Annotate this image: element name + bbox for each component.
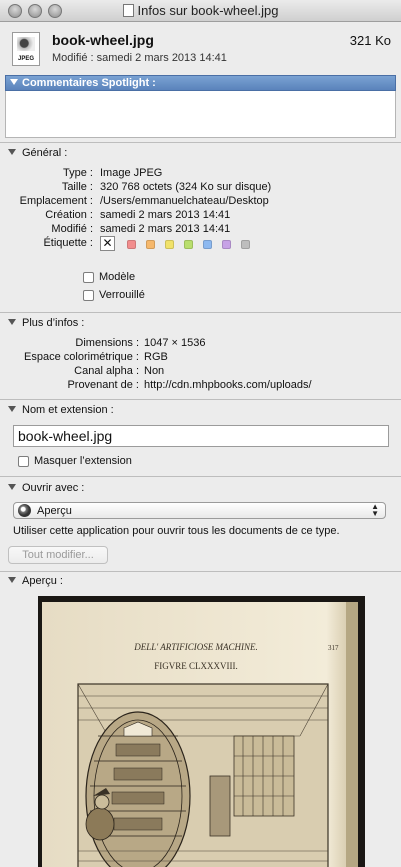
color-space-value: RGB <box>144 351 168 363</box>
label-tag-label: Étiquette : <box>43 237 93 249</box>
created-label: Création : <box>45 209 93 221</box>
figure-label-text: FIGVRE CLXXXVIII. <box>154 661 238 671</box>
spotlight-label: Commentaires Spotlight : <box>22 77 156 89</box>
preview-app-icon <box>18 504 31 517</box>
popup-arrows-icon: ▲ ▼ <box>371 502 379 518</box>
image-thumbnail-icon <box>17 37 35 51</box>
color-tag-3[interactable] <box>184 240 193 249</box>
location-label: Emplacement : <box>19 195 93 207</box>
section-name-extension-header[interactable]: Nom et extension : <box>8 404 114 416</box>
section-preview-header[interactable]: Aperçu : <box>8 575 63 587</box>
open-with-description: Utiliser cette application pour ouvrir t… <box>13 525 340 537</box>
alpha-channel-label: Canal alpha : <box>74 365 139 377</box>
size-value: 320 768 octets (324 Ko sur disque) <box>100 181 272 193</box>
file-name-input[interactable]: book-wheel.jpg <box>13 425 389 447</box>
alpha-channel-value: Non <box>144 365 165 377</box>
color-tag-6[interactable] <box>241 240 250 249</box>
change-all-button[interactable]: Tout modifier... <box>8 546 108 564</box>
disclosure-triangle-icon <box>8 319 16 325</box>
modified-label: Modifié : <box>51 223 93 235</box>
file-size: 321 Ko <box>349 33 391 48</box>
type-value: Image JPEG <box>100 167 163 179</box>
type-label: Type : <box>63 167 93 179</box>
color-tag-5[interactable] <box>222 240 231 249</box>
section-open-with-header[interactable]: Ouvrir avec : <box>8 482 84 494</box>
file-name: book-wheel.jpg <box>52 32 154 48</box>
preview-header-label: Aperçu : <box>22 575 63 587</box>
color-space-label: Espace colorimétrique : <box>24 351 139 363</box>
spotlight-comments-field[interactable] <box>5 91 396 138</box>
where-from-value: http://cdn.mhpbooks.com/uploads/ <box>144 379 312 391</box>
modified-value: samedi 2 mars 2013 14:41 <box>100 223 231 235</box>
size-label: Taille : <box>61 181 93 193</box>
divider <box>0 312 401 313</box>
no-label-tag[interactable]: ✕ <box>100 236 115 251</box>
more-info-header-label: Plus d’infos : <box>22 317 85 329</box>
locked-checkbox[interactable] <box>83 290 94 301</box>
info-header: JPEG book-wheel.jpg 321 Ko Modifié : sam… <box>0 22 401 72</box>
open-with-popup[interactable]: Aperçu ▲ ▼ <box>13 502 386 519</box>
file-modified: Modifié : samedi 2 mars 2013 14:41 <box>52 52 227 64</box>
where-from-label: Provenant de : <box>67 379 139 391</box>
window-title: Infos sur book-wheel.jpg <box>137 3 279 18</box>
section-more-info-header[interactable]: Plus d’infos : <box>8 317 84 329</box>
disclosure-triangle-icon <box>8 484 16 490</box>
jpeg-file-icon: JPEG <box>12 32 40 66</box>
dimensions-label: Dimensions : <box>75 337 139 349</box>
template-checkbox[interactable] <box>83 272 94 283</box>
spotlight-comments-header[interactable]: Commentaires Spotlight : <box>5 75 396 91</box>
locked-label: Verrouillé <box>99 289 145 301</box>
disclosure-triangle-icon <box>8 149 16 155</box>
color-tag-4[interactable] <box>203 240 212 249</box>
hide-extension-label: Masquer l’extension <box>34 455 132 467</box>
section-general-header[interactable]: Général : <box>8 147 67 159</box>
created-value: samedi 2 mars 2013 14:41 <box>100 209 231 221</box>
open-with-header-label: Ouvrir avec : <box>22 482 85 494</box>
color-tag-0[interactable] <box>127 240 136 249</box>
open-with-app: Aperçu <box>37 505 72 517</box>
disclosure-triangle-icon <box>10 79 18 85</box>
page-number-text: 317 <box>328 644 339 652</box>
dimensions-value: 1047 × 1536 <box>144 337 206 349</box>
divider <box>0 142 401 143</box>
name-ext-header-label: Nom et extension : <box>22 404 114 416</box>
hide-extension-checkbox[interactable] <box>18 456 29 467</box>
divider <box>0 476 401 477</box>
divider <box>0 399 401 400</box>
window-title-wrap: Infos sur book-wheel.jpg <box>0 3 401 18</box>
color-tag-2[interactable] <box>165 240 174 249</box>
preview-image: DELL' ARTIFICIOSE MACHINE. 317 FIGVRE CL… <box>38 596 365 867</box>
template-label: Modèle <box>99 271 136 283</box>
disclosure-triangle-icon <box>8 577 16 583</box>
document-icon <box>122 4 134 17</box>
disclosure-triangle-icon <box>8 406 16 412</box>
file-icon-label: JPEG <box>17 56 34 62</box>
location-value: /Users/emmanuelchateau/Desktop <box>100 195 269 207</box>
title-bar: Infos sur book-wheel.jpg <box>0 0 401 22</box>
page-header-text: DELL' ARTIFICIOSE MACHINE. <box>133 642 258 652</box>
book-page-illustration: DELL' ARTIFICIOSE MACHINE. 317 FIGVRE CL… <box>38 596 365 867</box>
color-tag-1[interactable] <box>146 240 155 249</box>
general-header-label: Général : <box>22 147 68 159</box>
divider <box>0 571 401 572</box>
